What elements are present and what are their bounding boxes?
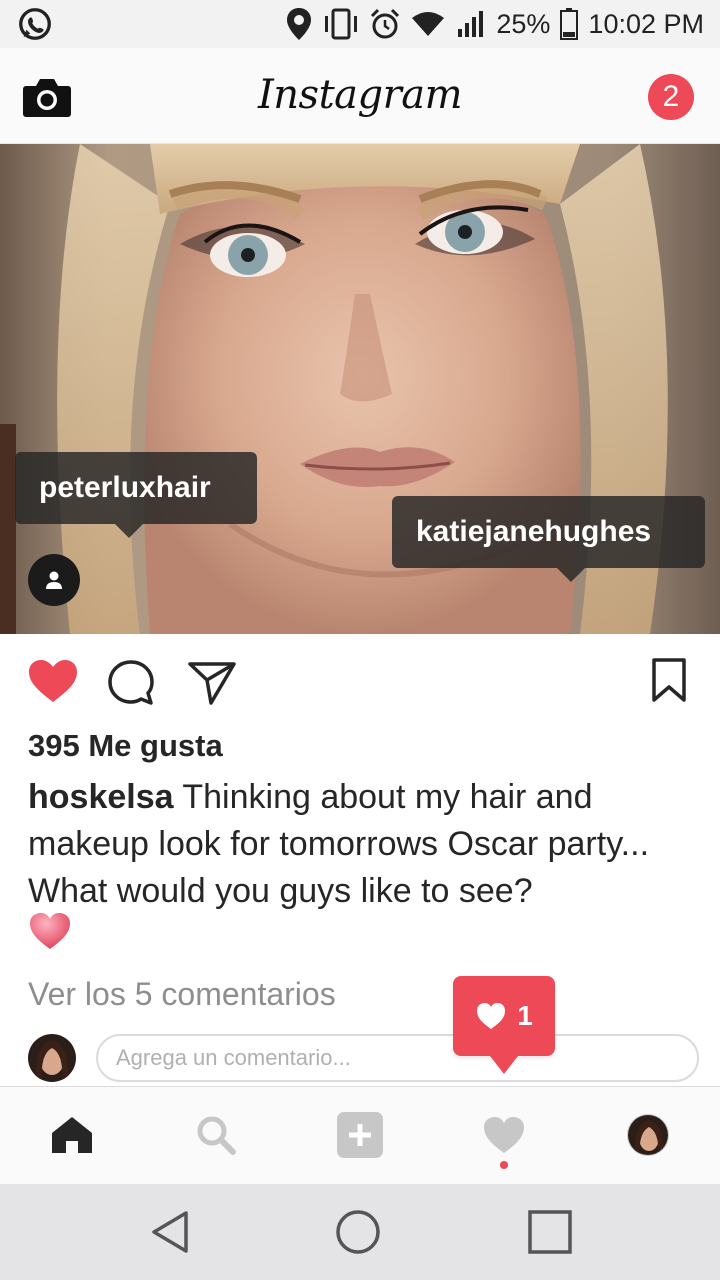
comment-input[interactable]	[96, 1034, 699, 1082]
activity-notification-popover[interactable]: 1	[453, 976, 555, 1074]
signal-icon	[456, 9, 486, 39]
user-tags-button[interactable]	[28, 554, 80, 606]
add-icon	[337, 1112, 383, 1158]
comment-button[interactable]	[106, 658, 156, 708]
back-button[interactable]	[146, 1208, 194, 1256]
save-bookmark-button[interactable]	[650, 656, 688, 704]
caption-username[interactable]: hoskelsa	[28, 778, 174, 816]
status-bar: 25% 10:02 PM	[0, 0, 720, 48]
vibrate-icon	[322, 8, 360, 40]
home-circle-icon	[336, 1210, 380, 1254]
avatar	[28, 1034, 76, 1082]
share-button[interactable]	[186, 658, 238, 708]
photo-tag-peterluxhair[interactable]: peterluxhair	[15, 452, 257, 538]
wifi-icon	[410, 10, 446, 38]
home-icon	[52, 1117, 92, 1153]
comment-icon	[108, 660, 154, 705]
bottom-tab-bar	[0, 1086, 720, 1184]
likes-count[interactable]: 395 Me gusta	[28, 728, 223, 764]
location-icon	[286, 7, 312, 41]
app-header: Instagram 2	[0, 48, 720, 144]
profile-avatar	[627, 1114, 669, 1156]
like-button[interactable]	[26, 656, 80, 706]
post-image[interactable]: peterluxhair katiejanehughes	[0, 144, 720, 634]
activity-heart-icon	[484, 1117, 524, 1153]
tab-search[interactable]	[192, 1111, 240, 1159]
heart-icon	[29, 660, 77, 702]
search-icon	[197, 1116, 236, 1155]
battery-icon	[560, 8, 579, 40]
home-button[interactable]	[334, 1208, 382, 1256]
clock: 10:02 PM	[588, 8, 704, 39]
back-icon	[152, 1211, 188, 1253]
notification-badge[interactable]: 2	[648, 74, 694, 120]
heart-icon	[477, 1003, 506, 1029]
tab-activity[interactable]	[480, 1111, 528, 1159]
battery-percent: 25%	[496, 8, 551, 39]
post-caption: hoskelsa Thinking about my hair and make…	[28, 774, 698, 964]
add-comment-row	[0, 1030, 720, 1086]
app-logo: Instagram	[257, 72, 463, 118]
bookmark-icon	[652, 658, 686, 702]
photo-tag-katiejanehughes[interactable]: katiejanehughes	[392, 496, 705, 582]
tab-new-post[interactable]	[336, 1111, 384, 1159]
activity-indicator-dot	[500, 1161, 508, 1169]
share-icon	[188, 662, 236, 705]
pink-heart-emoji	[28, 911, 72, 964]
whatsapp-icon	[16, 5, 54, 43]
photo-tag-label: peterluxhair	[39, 471, 211, 504]
view-all-comments-link[interactable]: Ver los 5 comentarios	[28, 976, 336, 1013]
system-navigation-bar	[0, 1184, 720, 1280]
activity-count: 1	[517, 1000, 533, 1031]
tab-profile[interactable]	[624, 1111, 672, 1159]
photo-tag-label: katiejanehughes	[416, 515, 652, 548]
post-actions	[0, 634, 720, 724]
recents-button[interactable]	[526, 1208, 574, 1256]
tab-home[interactable]	[48, 1111, 96, 1159]
user-tag-icon	[46, 571, 62, 589]
alarm-icon	[370, 8, 400, 40]
recents-icon	[528, 1210, 572, 1254]
